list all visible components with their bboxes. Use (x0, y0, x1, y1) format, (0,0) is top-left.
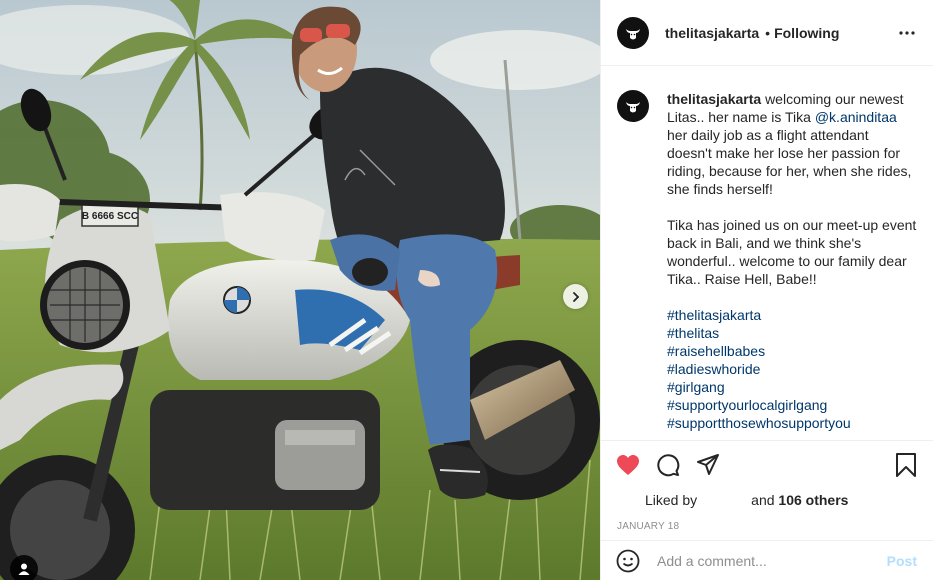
like-button[interactable] (615, 452, 641, 478)
likes-count[interactable]: 106 others (778, 492, 848, 508)
share-icon (697, 454, 719, 475)
post-actions-area: Liked by and 106 others JANUARY 18 (601, 440, 933, 532)
caption-avatar[interactable] (617, 90, 649, 122)
post-header: thelitasjakarta • Following (601, 0, 933, 66)
share-button[interactable] (695, 452, 721, 478)
mention-link[interactable]: @k.aninditaa (815, 109, 897, 125)
comment-input[interactable] (657, 552, 867, 569)
header-username[interactable]: thelitasjakarta (665, 25, 759, 41)
emoji-icon (616, 549, 640, 572)
hashtag-link[interactable]: #supportthosewhosupportyou (667, 414, 917, 432)
comments-section[interactable]: thelitasjakarta welcoming our newest Lit… (601, 67, 933, 439)
emoji-button[interactable] (615, 548, 641, 574)
likes-summary[interactable]: Liked by and 106 others (601, 489, 933, 511)
hashtag-link[interactable]: #raisehellbabes (667, 342, 917, 360)
caption-username[interactable]: thelitasjakarta (667, 91, 761, 107)
next-photo-button[interactable] (563, 284, 588, 309)
comment-button[interactable] (655, 452, 681, 478)
post-date[interactable]: JANUARY 18 (601, 521, 933, 532)
license-plate: B 6666 SCC (82, 211, 138, 222)
hashtag-link[interactable]: #supportyourlocalgirlgang (667, 396, 917, 414)
photo-scene: B 6666 SCC (0, 0, 600, 580)
hashtag-link[interactable]: #thelitasjakarta (667, 306, 917, 324)
comment-icon (657, 454, 680, 477)
user-tag-icon (18, 563, 30, 575)
caption-text-continued: her daily job as a flight attendant does… (667, 127, 912, 197)
heart-icon (617, 455, 639, 475)
post-comment-button[interactable]: Post (887, 553, 917, 569)
post-sidebar: thelitasjakarta • Following thelitasjaka… (600, 0, 933, 580)
hashtag-link[interactable]: #girlgang (667, 378, 917, 396)
bookmark-icon (896, 453, 916, 477)
caption-paragraph: Tika has joined us on our meet-up event … (667, 217, 917, 287)
avatar[interactable] (617, 16, 649, 49)
post-caption: thelitasjakarta welcoming our newest Lit… (667, 90, 917, 439)
header-separator: • (765, 24, 771, 41)
following-button[interactable]: Following (774, 25, 839, 41)
action-bar (601, 441, 933, 489)
add-comment-bar: Post (601, 540, 933, 580)
liked-by-label: Liked by (645, 492, 698, 508)
likes-and-label: and (751, 492, 775, 508)
bull-logo-icon (626, 28, 640, 39)
save-button[interactable] (893, 452, 919, 478)
more-icon (899, 30, 915, 35)
tagged-users-button[interactable] (10, 555, 38, 580)
chevron-right-icon (572, 291, 579, 302)
more-options-button[interactable] (897, 23, 917, 43)
post-photo[interactable]: B 6666 SCC (0, 0, 600, 580)
hashtag-list: #thelitasjakarta #thelitas #raisehellbab… (667, 306, 917, 432)
hashtag-link[interactable]: #ladieswhoride (667, 360, 917, 378)
bull-logo-icon (626, 102, 640, 113)
hashtag-link[interactable]: #thelitas (667, 324, 917, 342)
